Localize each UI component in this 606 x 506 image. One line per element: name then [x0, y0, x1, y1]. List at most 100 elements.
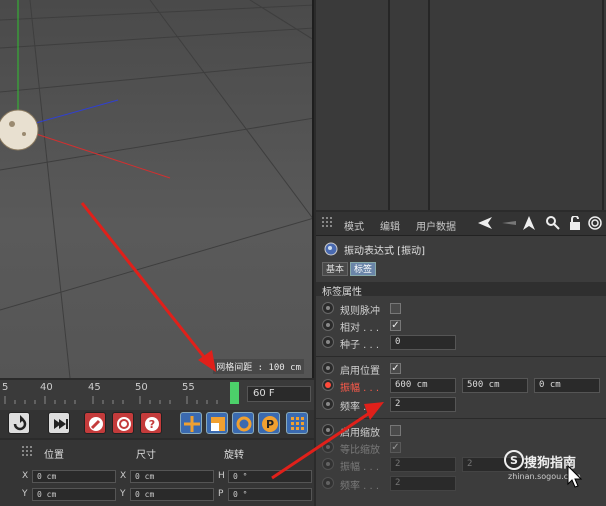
parameter-track-button[interactable]: P [258, 412, 280, 434]
param-label: 频率 . . . [340, 481, 380, 492]
viewport-grid [0, 0, 312, 378]
amplitude-z-input[interactable]: 0 cm [534, 378, 600, 393]
rotation-p-input[interactable]: 0 ° [228, 488, 312, 501]
timeline-tick: 50 [135, 382, 148, 393]
uniform-scale-checkbox[interactable]: ✓ [390, 442, 401, 453]
timeline-tick: 5 [2, 382, 9, 393]
autokey-button[interactable] [112, 412, 134, 434]
loop-button[interactable] [8, 412, 30, 434]
menu-mode[interactable]: 模式 [344, 218, 364, 233]
scale-frequency-input[interactable]: 2 [390, 476, 456, 491]
animate-radio[interactable] [322, 302, 334, 314]
section-divider [316, 418, 606, 419]
position-y-label: Y [22, 489, 28, 499]
animate-radio[interactable] [322, 319, 334, 331]
up-arrow-icon[interactable] [522, 216, 536, 230]
seed-input[interactable]: 0 [390, 335, 456, 350]
size-x-input[interactable]: 0 cm [130, 470, 214, 483]
param-label: 相对 . . . [340, 323, 380, 334]
lock-icon[interactable] [568, 216, 582, 230]
param-relative: 相对 . . . ✓ [322, 317, 606, 335]
menu-edit[interactable]: 编辑 [380, 218, 400, 233]
enable-position-checkbox[interactable]: ✓ [390, 363, 401, 374]
object-manager-panel [316, 0, 606, 210]
3d-viewport[interactable]: 网格间距 : 100 cm [0, 0, 314, 378]
keyframe-selection-button[interactable]: ? [140, 412, 162, 434]
coord-header-size: 尺寸 [136, 450, 156, 461]
param-label: 振幅 . . . [340, 462, 380, 473]
frequency-input[interactable]: 2 [390, 397, 456, 412]
param-label: 等比缩放 [340, 445, 380, 456]
animate-radio-keyed[interactable] [322, 379, 334, 391]
timeline-playhead[interactable] [230, 382, 239, 404]
amplitude-x-input[interactable]: 600 cm [390, 378, 456, 393]
rotation-h-input[interactable]: 0 ° [228, 470, 312, 483]
panel-grip-icon[interactable] [22, 446, 34, 458]
svg-text:S: S [510, 454, 518, 467]
tab-tag[interactable]: 标签 [350, 262, 377, 276]
menu-user-data[interactable]: 用户数据 [416, 218, 456, 233]
size-x-label: X [120, 471, 127, 481]
regular-pulse-checkbox[interactable] [390, 303, 401, 314]
panel-divider [428, 0, 430, 210]
param-label: 规则脉冲 [340, 306, 380, 317]
svg-text:?: ? [149, 418, 155, 431]
forward-arrow-icon[interactable] [502, 216, 516, 230]
scale-amplitude-x-input[interactable]: 2 [390, 457, 456, 472]
scale-track-button[interactable] [206, 412, 228, 434]
target-icon[interactable] [588, 216, 602, 230]
panel-grip-icon[interactable] [322, 217, 334, 229]
animate-radio[interactable] [322, 362, 334, 374]
param-frequency: 频率 . . . 2 [322, 396, 606, 414]
skip-end-icon [54, 419, 68, 429]
param-label: 启用位置 [340, 366, 380, 377]
animate-radio[interactable] [322, 398, 334, 410]
size-y-input[interactable]: 0 cm [130, 488, 214, 501]
param-seed: 种子 . . . 0 [322, 334, 606, 352]
animate-radio[interactable] [322, 458, 334, 470]
goto-end-button[interactable] [48, 412, 70, 434]
sphere-object[interactable] [0, 109, 39, 151]
position-track-button[interactable] [180, 412, 202, 434]
tab-basic[interactable]: 基本 [322, 262, 349, 276]
attribute-menubar: 模式 编辑 用户数据 [316, 212, 606, 236]
key-icon [89, 417, 103, 431]
vibrate-tag-icon [324, 242, 338, 256]
param-regular-pulse: 规则脉冲 [322, 300, 606, 318]
search-icon[interactable] [546, 216, 560, 230]
pla-track-button[interactable] [286, 412, 308, 434]
timeline-tick: 40 [40, 382, 53, 393]
param-enable-position: 启用位置 ✓ [322, 360, 606, 378]
sogou-logo-icon: S [504, 450, 524, 470]
watermark-url: zhinan.sogou.com [508, 472, 581, 481]
animate-radio[interactable] [322, 441, 334, 453]
amplitude-y-input[interactable]: 500 cm [462, 378, 528, 393]
enable-scale-checkbox[interactable] [390, 425, 401, 436]
coord-header-rotation: 旋转 [224, 450, 244, 461]
param-label: 启用缩放 [340, 428, 380, 439]
svg-text:P: P [266, 418, 274, 431]
rotation-p-label: P [218, 489, 224, 499]
grid-dots-icon [291, 417, 304, 430]
position-x-input[interactable]: 0 cm [32, 470, 116, 483]
panel-divider [388, 0, 390, 210]
timeline-tick: 55 [182, 382, 195, 393]
end-frame-input[interactable]: 60 F [247, 386, 311, 402]
position-y-input[interactable]: 0 cm [32, 488, 116, 501]
section-divider [316, 356, 606, 357]
rotate-icon [236, 416, 252, 432]
axis-x-line [17, 127, 171, 179]
rotation-track-button[interactable] [232, 412, 254, 434]
relative-checkbox[interactable]: ✓ [390, 320, 401, 331]
animate-radio[interactable] [322, 424, 334, 436]
animate-radio[interactable] [322, 336, 334, 348]
section-title: 标签属性 [322, 287, 362, 298]
panel-divider [602, 0, 604, 210]
move-icon [184, 416, 200, 432]
param-label: 振幅 . . . [340, 383, 380, 394]
animate-radio[interactable] [322, 477, 334, 489]
watermark-title: 搜狗指南 [524, 456, 577, 471]
record-button[interactable] [84, 412, 106, 434]
coord-header-position: 位置 [44, 450, 64, 461]
back-arrow-icon[interactable] [478, 216, 492, 230]
